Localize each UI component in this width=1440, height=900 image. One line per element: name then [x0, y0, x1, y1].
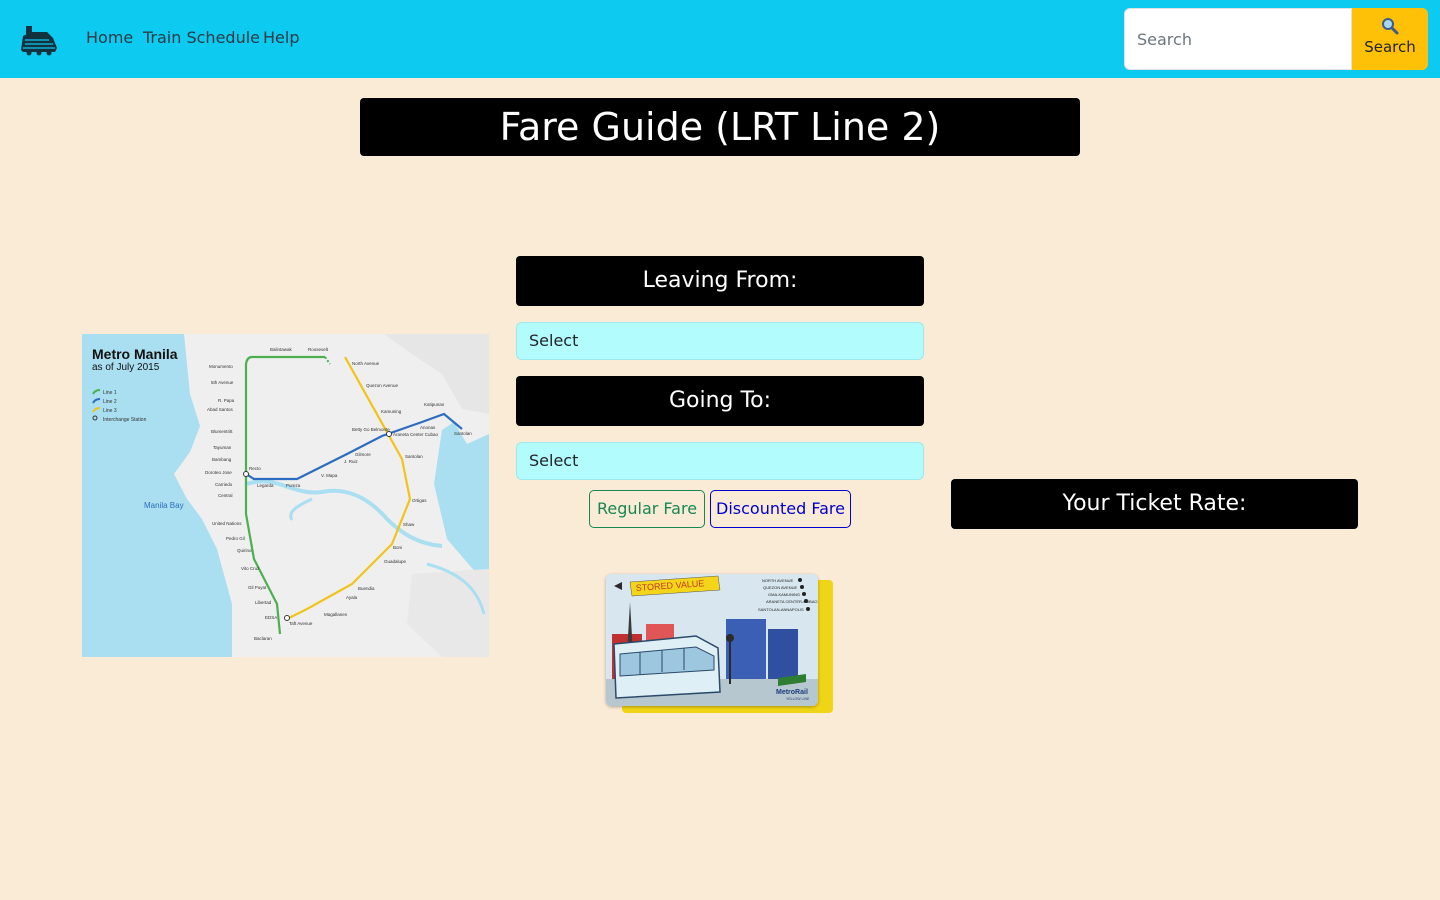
station-label: Doroteo Jose	[205, 470, 232, 475]
station-label: Kamuning	[381, 409, 402, 414]
station-label: Magallanes	[324, 612, 348, 617]
station-label: Boni	[393, 545, 402, 550]
search-button[interactable]: Search	[1352, 8, 1428, 70]
station-label: Recto	[249, 466, 261, 471]
legend-line-3: Line 3	[103, 408, 117, 414]
station-label: Quirino	[237, 548, 252, 553]
station-label: Anonas	[420, 425, 436, 430]
station-label: Monumento	[209, 364, 233, 369]
station-label: Pedro Gil	[226, 536, 245, 541]
station-label: Quezon Avenue	[366, 383, 398, 388]
stored-value-card-image: STORED VALUE NORTH AVENUE QUEZON AVENUE …	[606, 574, 818, 706]
card-station: QUEZON AVENUE	[763, 585, 797, 590]
magnifier-icon	[1352, 16, 1428, 36]
card-station: SANTOLAN-ANNAPOLIS	[758, 607, 804, 612]
station-label: 5th Avenue	[211, 380, 234, 385]
station-label: Shaw	[403, 522, 415, 527]
station-label: Baclaran	[254, 636, 272, 641]
station-label: Vito Cruz	[241, 566, 260, 571]
regular-fare-button[interactable]: Regular Fare	[589, 490, 705, 528]
going-to-select[interactable]: Select	[516, 442, 924, 480]
station-label: Gil Puyat	[248, 585, 267, 590]
discounted-fare-button[interactable]: Discounted Fare	[710, 490, 851, 528]
station-label: United Nations	[212, 521, 242, 526]
nav-help-link[interactable]: Help	[263, 28, 299, 47]
card-brand: MetroRail	[776, 689, 808, 696]
station-label: North Avenue	[352, 361, 380, 366]
station-label: Buendia	[358, 586, 375, 591]
map-bay-label: Manila Bay	[144, 501, 184, 510]
station-label: Blumentritt	[211, 429, 233, 434]
leaving-from-select[interactable]: Select	[516, 322, 924, 360]
station-label: Libertad	[255, 600, 272, 605]
station-label: Central	[218, 493, 233, 498]
station-label: Ortigas	[412, 498, 427, 503]
station-label: R. Papa	[218, 398, 235, 403]
station-label: Betty Go Belmonte	[352, 427, 390, 432]
station-label: Santolan	[454, 431, 472, 436]
station-label: Gilmore	[355, 452, 371, 457]
leaving-from-header: Leaving From:	[516, 256, 924, 306]
station-label: Santolan	[405, 454, 423, 459]
station-label: Carriedo	[215, 482, 233, 487]
going-to-header: Going To:	[516, 376, 924, 426]
station-label: Abad Santos	[207, 407, 234, 412]
nav-home-link[interactable]: Home	[86, 28, 133, 47]
station-label: Legarda	[257, 483, 274, 488]
map-subtitle: as of July 2015	[92, 362, 160, 373]
station-label: Pureza	[286, 483, 301, 488]
station-label: Katipunan	[424, 402, 445, 407]
station-label: Tayuman	[213, 445, 232, 450]
train-logo-icon[interactable]	[17, 22, 59, 56]
card-line: YELLOW LINE	[786, 697, 810, 701]
station-label: Taft Avenue	[289, 621, 313, 626]
station-label: Araneta Center Cubao	[393, 432, 439, 437]
card-station: ARANETA CENTER-CUBAO	[766, 599, 818, 604]
search-input[interactable]	[1124, 8, 1352, 70]
map-title: Metro Manila	[92, 346, 178, 362]
station-label: Balintawak	[270, 347, 293, 352]
station-label: Guadalupe	[384, 559, 407, 564]
station-label: Ayala	[346, 595, 358, 600]
metro-manila-map: Metro Manila as of July 2015 Line 1 Line…	[82, 334, 489, 657]
station-label: Roosevelt	[308, 347, 329, 352]
page-title: Fare Guide (LRT Line 2)	[360, 98, 1080, 156]
legend-line-2: Line 2	[103, 399, 117, 405]
ticket-rate-header: Your Ticket Rate:	[951, 479, 1358, 529]
legend-interchange: Interchange Station	[103, 417, 147, 423]
navbar: Home Train Schedule Help Search	[0, 0, 1440, 78]
legend-line-1: Line 1	[103, 390, 117, 396]
station-label: EDSA	[265, 615, 277, 620]
station-label: Bambang	[212, 457, 232, 462]
station-label: V. Mapa	[321, 473, 338, 478]
card-station: GMA-KAMUNING	[768, 592, 800, 597]
station-label: J. Ruiz	[344, 459, 359, 464]
nav-train-schedule-link[interactable]: Train Schedule	[143, 28, 260, 47]
search-button-label: Search	[1364, 38, 1416, 56]
card-station: NORTH AVENUE	[762, 578, 794, 583]
